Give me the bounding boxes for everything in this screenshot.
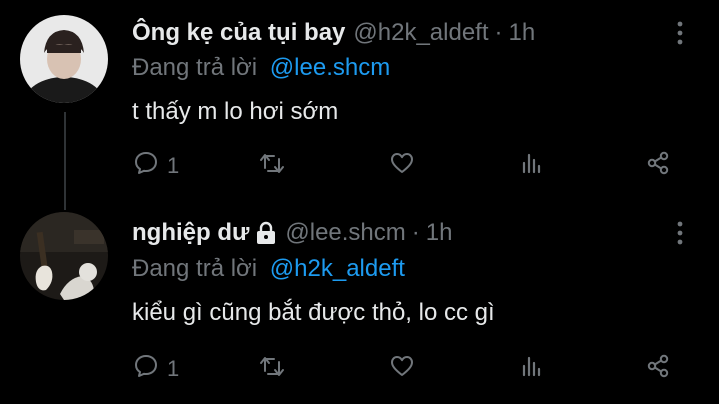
replying-to: Đang trả lời @h2k_aldeft — [132, 254, 405, 284]
timestamp[interactable]: 1h — [509, 18, 536, 48]
action-bar: 1 — [0, 150, 719, 180]
handle[interactable]: @lee.shcm — [285, 218, 405, 248]
comment-icon — [133, 353, 159, 385]
retweet-icon — [259, 353, 285, 385]
reply-count: 1 — [167, 153, 180, 178]
share-button[interactable] — [645, 150, 671, 182]
more-vertical-icon[interactable] — [674, 20, 686, 46]
more-vertical-icon[interactable] — [674, 220, 686, 246]
heart-icon — [389, 353, 415, 385]
like-button[interactable] — [389, 150, 415, 182]
avatar[interactable] — [20, 15, 108, 103]
tweet-header: nghiệp dư @lee.shcm · 1h — [132, 218, 452, 248]
thread-line — [64, 200, 66, 210]
comment-icon — [133, 150, 159, 182]
handle[interactable]: @h2k_aldeft — [353, 18, 488, 48]
lock-icon — [255, 221, 277, 245]
tweet[interactable]: Ông kẹ của tụi bay @h2k_aldeft · 1h Đang… — [0, 0, 719, 200]
reply-button[interactable]: 1 — [133, 150, 179, 182]
separator-dot: · — [411, 219, 420, 246]
replying-to-handle[interactable]: @lee.shcm — [270, 54, 390, 81]
retweet-button[interactable] — [259, 353, 285, 385]
like-button[interactable] — [389, 353, 415, 385]
action-bar: 1 — [0, 353, 719, 383]
display-name[interactable]: nghiệp dư — [132, 218, 249, 248]
views-button[interactable] — [519, 353, 545, 385]
separator-dot: · — [494, 19, 503, 46]
replying-to: Đang trả lời @lee.shcm — [132, 53, 390, 83]
share-button[interactable] — [645, 353, 671, 385]
heart-icon — [389, 150, 415, 182]
timestamp[interactable]: 1h — [426, 218, 453, 248]
display-name[interactable]: Ông kẹ của tụi bay — [132, 18, 345, 48]
analytics-icon — [519, 150, 545, 182]
share-icon — [645, 353, 671, 385]
replying-to-handle[interactable]: @h2k_aldeft — [270, 255, 405, 282]
tweet-header: Ông kẹ của tụi bay @h2k_aldeft · 1h — [132, 18, 535, 48]
analytics-icon — [519, 353, 545, 385]
tweet[interactable]: nghiệp dư @lee.shcm · 1h Đang trả lời @h… — [0, 200, 719, 404]
tweet-text: t thấy m lo hơi sớm — [132, 98, 339, 125]
replying-to-label: Đang trả lời — [132, 255, 258, 282]
retweet-button[interactable] — [259, 150, 285, 182]
retweet-icon — [259, 150, 285, 182]
reply-button[interactable]: 1 — [133, 353, 179, 385]
avatar[interactable] — [20, 212, 108, 300]
views-button[interactable] — [519, 150, 545, 182]
reply-count: 1 — [167, 356, 180, 381]
tweet-text: kiểu gì cũng bắt được thỏ, lo cc gì — [132, 299, 495, 326]
replying-to-label: Đang trả lời — [132, 54, 258, 81]
share-icon — [645, 150, 671, 182]
